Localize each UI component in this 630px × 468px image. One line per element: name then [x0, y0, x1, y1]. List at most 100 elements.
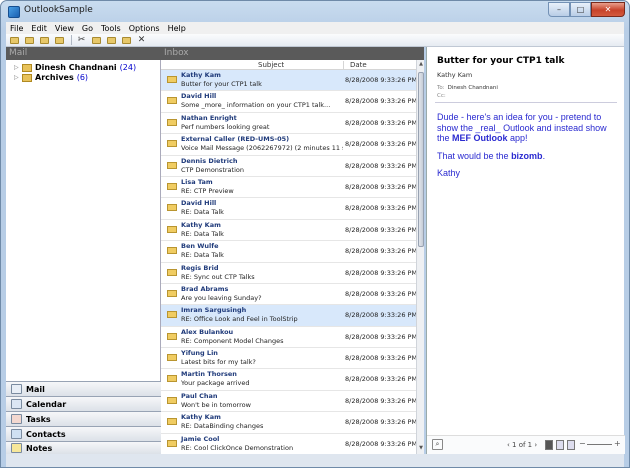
- message-from: Ben Wulfe: [181, 242, 219, 251]
- envelope-icon: [167, 247, 177, 255]
- message-row[interactable]: Kathy Kam RE: Data Talk 8/28/2008 9:33:26 …: [161, 220, 417, 242]
- message-date: 8/28/2008 9:33:26 PM: [345, 311, 418, 320]
- nav-label: Tasks: [26, 414, 51, 424]
- message-subject: Some _more_ information on your CTP1 tal…: [181, 101, 331, 110]
- paste-icon[interactable]: [105, 35, 118, 45]
- message-date: 8/28/2008 9:33:26 PM: [345, 268, 418, 277]
- folder-icon: [22, 63, 32, 72]
- message-row[interactable]: Ben Wulfe RE: Data Talk 8/28/2008 9:33:26 …: [161, 241, 417, 263]
- folder-archives[interactable]: ▷ Archives (6): [14, 73, 88, 82]
- print-icon[interactable]: [120, 35, 133, 45]
- message-row[interactable]: David Hill RE: Data Talk 8/28/2008 9:33:26…: [161, 198, 418, 220]
- expand-icon[interactable]: ▷: [14, 64, 22, 71]
- close-button[interactable]: ✕: [591, 2, 625, 17]
- contacts-icon: [11, 429, 22, 439]
- single-page-view-icon[interactable]: [545, 440, 553, 450]
- page-text: 1 of 1: [512, 441, 533, 449]
- message-row[interactable]: External Caller (RED-UMS-05) Voice Mail M…: [161, 134, 417, 156]
- message-row[interactable]: Kathy Kam Butter for your CTP1 talk 8/28/2…: [161, 70, 417, 92]
- minimize-button[interactable]: –: [548, 2, 570, 17]
- message-date: 8/28/2008 9:33:26 PM: [345, 396, 418, 405]
- nav-mail[interactable]: Mail: [6, 381, 161, 396]
- nav-tasks[interactable]: Tasks: [6, 411, 161, 426]
- menu-go[interactable]: Go: [78, 24, 97, 33]
- new-mail-icon[interactable]: [8, 35, 21, 45]
- search-icon[interactable]: ⌕: [432, 439, 443, 450]
- message-from: Dennis Dietrich: [181, 156, 238, 165]
- menu-view[interactable]: View: [51, 24, 78, 33]
- message-subject: CTP Demonstration: [181, 165, 244, 174]
- envelope-icon: [167, 76, 177, 83]
- app-icon: [8, 6, 20, 18]
- nav-calendar[interactable]: Calendar: [6, 396, 161, 411]
- inbox-pane-header: Inbox: [161, 47, 424, 60]
- message-from: Martin Thorsen: [181, 370, 237, 379]
- subject-column-header[interactable]: Subject: [258, 61, 284, 69]
- reply-all-icon[interactable]: [38, 35, 51, 45]
- menu-file[interactable]: File: [6, 24, 27, 33]
- message-row[interactable]: Kathy Kam RE: DataBinding changes 8/28/200…: [161, 412, 418, 434]
- zoom-out-icon[interactable]: −: [579, 439, 586, 448]
- message-row[interactable]: Paul Chan Won't be in tomorrow 8/28/2008 9…: [161, 391, 418, 413]
- menu-options[interactable]: Options: [125, 24, 164, 33]
- delete-icon[interactable]: ✕: [135, 35, 148, 45]
- list-scrollbar[interactable]: ▲ ▼: [416, 60, 424, 454]
- outlook-window: OutlookSample – □ ✕ File Edit View Go To…: [0, 0, 630, 468]
- title-bar: OutlookSample – □ ✕: [1, 1, 629, 23]
- message-row[interactable]: Lisa Tam RE: CTP Preview 8/28/2008 9:33:26…: [161, 177, 417, 199]
- envelope-icon: [167, 204, 177, 212]
- message-row[interactable]: Alex Bulankou RE: Component Model Changes…: [161, 327, 417, 349]
- status-bar: [6, 454, 624, 467]
- message-subject: Latest bits for my talk?: [181, 358, 256, 367]
- message-row[interactable]: Nathan Enright Perf numbers looking great…: [161, 113, 417, 135]
- message-row[interactable]: Brad Abrams Are you leaving Sunday? 8/28/2…: [161, 284, 417, 306]
- envelope-icon: [167, 396, 177, 404]
- menu-help[interactable]: Help: [164, 24, 190, 33]
- message-date: 8/28/2008 9:33:26 PM: [345, 161, 418, 170]
- message-subject: RE: Cool ClickOnce Demonstration: [181, 443, 294, 452]
- folder-count: (24): [119, 63, 137, 72]
- scroll-down-icon[interactable]: ▼: [418, 445, 424, 453]
- message-row[interactable]: David Hill Some _more_ information on you…: [161, 91, 417, 113]
- reply-icon[interactable]: [23, 35, 36, 45]
- message-date: 8/28/2008 9:33:26 PM: [345, 418, 418, 427]
- date-column-header[interactable]: Date: [343, 61, 416, 69]
- copy-icon[interactable]: [90, 35, 103, 45]
- message-subject: RE: Component Model Changes: [181, 336, 284, 345]
- nav-label: Mail: [26, 384, 45, 394]
- calendar-icon: [11, 399, 22, 409]
- cut-icon[interactable]: ✂: [75, 35, 88, 45]
- message-row[interactable]: Imran Sargusingh RE: Office Look and Feel…: [161, 305, 418, 327]
- message-subject: RE: CTP Preview: [181, 186, 234, 195]
- message-subject: Are you leaving Sunday?: [181, 293, 262, 302]
- message-row[interactable]: Regis Brid RE: Sync out CTP Talks 8/28/200…: [161, 263, 418, 284]
- menu-bar: File Edit View Go Tools Options Help: [6, 22, 624, 34]
- message-from: Imran Sargusingh: [181, 306, 247, 315]
- menu-tools[interactable]: Tools: [97, 24, 125, 33]
- folder-dinesh[interactable]: ▷ Dinesh Chandnani (24): [14, 63, 136, 72]
- forward-icon[interactable]: [53, 35, 66, 45]
- two-page-view-icon[interactable]: [556, 440, 564, 450]
- message-row[interactable]: Jamie Cool RE: Cool ClickOnce Demonstrati…: [161, 434, 417, 454]
- expand-icon[interactable]: ▷: [14, 74, 22, 81]
- message-row[interactable]: Dennis Dietrich CTP Demonstration 8/28/200…: [161, 156, 418, 177]
- maximize-button[interactable]: □: [570, 2, 591, 17]
- scroll-thumb[interactable]: [418, 72, 424, 247]
- message-row[interactable]: Martin Thorsen Your package arrived 8/28/2…: [161, 369, 417, 391]
- zoom-slider[interactable]: [587, 444, 612, 445]
- menu-edit[interactable]: Edit: [27, 24, 51, 33]
- scroll-up-icon[interactable]: ▲: [418, 61, 424, 69]
- message-from: Paul Chan: [181, 391, 218, 400]
- envelope-icon: [167, 354, 177, 362]
- nav-notes[interactable]: Notes: [6, 441, 161, 454]
- message-from: Kathy Kam: [181, 71, 221, 79]
- message-row[interactable]: Yifung Lin Latest bits for my talk? 8/28/2…: [161, 348, 417, 370]
- toolbar: ✂ ✕: [6, 34, 624, 47]
- mail-pane-header: Mail: [6, 47, 161, 60]
- message-from: Regis Brid: [181, 263, 219, 272]
- multi-page-view-icon[interactable]: [567, 440, 575, 450]
- to-value: Dinesh Chandnani: [447, 85, 498, 91]
- message-date: 8/28/2008 9:33:26 PM: [345, 204, 418, 213]
- zoom-in-icon[interactable]: +: [614, 439, 621, 448]
- nav-contacts[interactable]: Contacts: [6, 426, 161, 441]
